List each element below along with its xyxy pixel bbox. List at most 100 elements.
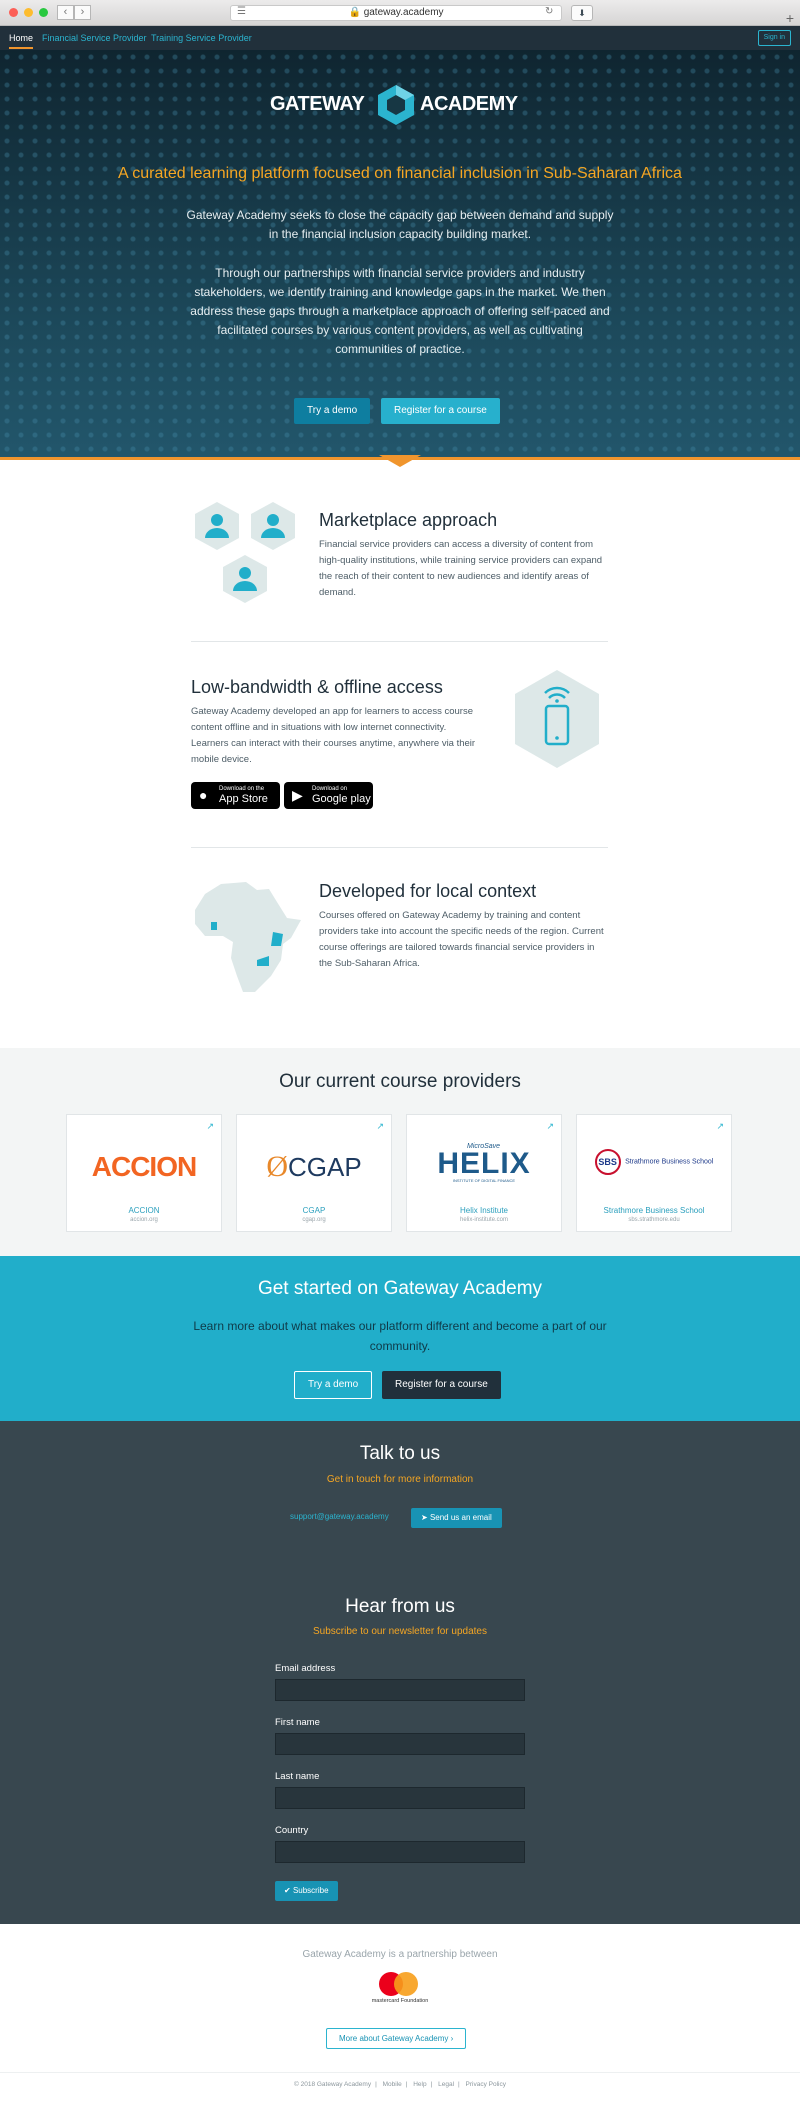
new-tab-icon[interactable]: + [786, 10, 794, 26]
apple-icon: ● [199, 787, 208, 803]
provider-card-helix[interactable]: ↗ MicroSave HELIX INSTITUTE OF DIGITAL F… [406, 1114, 562, 1232]
nav-training-service-provider[interactable]: Training Service Provider [151, 33, 252, 43]
strathmore-logo: SBS Strathmore Business School [577, 1149, 731, 1193]
subscribe-button[interactable]: ✔ Subscribe [275, 1881, 338, 1901]
app-store-badge[interactable]: ● Download on the App Store [191, 782, 280, 809]
get-started-title: Get started on Gateway Academy [257, 1278, 543, 1299]
download-icon[interactable]: ⬇ [571, 5, 593, 21]
feature-text: Financial service providers can access a… [319, 539, 603, 598]
first-name-field[interactable] [275, 1733, 525, 1755]
country-field[interactable] [275, 1841, 525, 1863]
url-text: gateway.academy [363, 7, 444, 18]
feature-offline: Low-bandwidth & offline access Gateway A… [191, 668, 608, 818]
first-name-label: First name [275, 1717, 320, 1728]
nav-home[interactable]: Home [9, 33, 34, 49]
africa-map-icon [195, 882, 301, 992]
partner-text: Gateway Academy is a partnership between [302, 1949, 498, 1960]
feature-local-context: Developed for local context Courses offe… [191, 870, 608, 992]
external-link-icon: ↗ [206, 1121, 214, 1131]
get-started-text: Learn more about what makes our platform… [193, 1319, 607, 1353]
site-nav: Home Financial Service Provider Training… [0, 26, 800, 50]
logo-word-right: ACADEMY [420, 93, 518, 115]
paper-plane-icon: ➤ [421, 1513, 430, 1522]
people-hexagons-icon [195, 502, 295, 603]
newsletter-form: Email address First name Last name Count… [275, 1663, 525, 1879]
hero-paragraph-2: Through our partnerships with financial … [190, 266, 610, 356]
footer-link-privacy[interactable]: Privacy Policy [466, 2081, 506, 2088]
app-store-big: App Store [219, 793, 268, 805]
mobile-wifi-icon [515, 670, 599, 768]
check-icon: ✔ [284, 1886, 293, 1895]
hero: GATEWAY ACADEMY A curated learning platf… [0, 50, 800, 460]
talk-subtitle: Get in touch for more information [326, 1474, 474, 1485]
footer-link-legal[interactable]: Legal [438, 2081, 454, 2088]
provider-card-accion[interactable]: ↗ ACCION ACCION accion.org [66, 1114, 222, 1232]
forward-icon[interactable]: › [74, 5, 91, 20]
provider-name: CGAP [302, 1206, 326, 1215]
subscribe-label: Subscribe [292, 1886, 329, 1895]
close-window-icon[interactable] [9, 8, 18, 17]
newsletter-title: Hear from us [345, 1596, 455, 1617]
feature-title: Developed for local context [319, 881, 537, 901]
footer-link-help[interactable]: Help [413, 2081, 426, 2088]
provider-url: cgap.org [302, 1217, 326, 1223]
external-link-icon: ↗ [546, 1121, 554, 1131]
partner-name: mastercard Foundation [371, 1998, 429, 2004]
more-about-button[interactable]: More about Gateway Academy › [326, 2028, 467, 2049]
footer-link-mobile[interactable]: Mobile [383, 2081, 402, 2088]
google-play-badge[interactable]: ▶ Download on Google play [284, 782, 373, 809]
provider-name: ACCION [128, 1206, 160, 1215]
reload-icon[interactable]: ↻ [545, 6, 553, 17]
google-play-big: Google play [312, 793, 371, 805]
cgap-logo: ØCGAP [266, 1150, 362, 1183]
providers-section: Our current course providers ↗ ACCION AC… [0, 1048, 800, 1256]
feature-title: Marketplace approach [319, 510, 498, 530]
provider-url: sbs.strathmore.edu [628, 1217, 680, 1223]
try-demo-button-2[interactable]: Try a demo [294, 1371, 373, 1399]
hero-paragraph-1: Gateway Academy seeks to close the capac… [186, 208, 614, 241]
provider-url: helix-institute.com [459, 1217, 509, 1223]
contact-section: Talk to us Get in touch for more informa… [0, 1421, 800, 1924]
provider-url: accion.org [130, 1217, 158, 1223]
register-course-button-2[interactable]: Register for a course [382, 1371, 501, 1399]
external-link-icon: ↗ [716, 1121, 724, 1131]
more-about-label: More about Gateway Academy [339, 2034, 449, 2043]
divider [191, 641, 608, 642]
minimize-window-icon[interactable] [24, 8, 33, 17]
footer-links: © 2018 Gateway Academy | Mobile | Help | Le… [0, 2072, 800, 2088]
signin-button[interactable]: Sign in [757, 30, 791, 46]
get-started-section: Get started on Gateway Academy Learn mor… [0, 1256, 800, 1421]
support-email-link[interactable]: support@gateway.academy [290, 1512, 389, 1521]
feature-text: Gateway Academy developed an app for lea… [191, 706, 476, 765]
maximize-window-icon[interactable] [39, 8, 48, 17]
providers-title: Our current course providers [279, 1071, 521, 1092]
feature-marketplace: Marketplace approach Financial service p… [191, 500, 608, 612]
email-field[interactable] [275, 1679, 525, 1701]
feature-title: Low-bandwidth & offline access [191, 677, 443, 697]
helix-logo: MicroSave HELIX INSTITUTE OF DIGITAL FIN… [437, 1143, 531, 1183]
feature-text: Courses offered on Gateway Academy by tr… [319, 910, 604, 969]
mastercard-foundation-logo[interactable]: mastercard Foundation [371, 1972, 429, 2016]
chevron-right-icon: › [450, 2034, 454, 2043]
nav-financial-service-provider[interactable]: Financial Service Provider [42, 33, 147, 43]
email-label: Email address [275, 1663, 336, 1674]
last-name-label: Last name [275, 1771, 320, 1782]
url-bar[interactable]: 🔒 gateway.academy [230, 5, 562, 21]
try-demo-button[interactable]: Try a demo [294, 398, 371, 424]
provider-card-cgap[interactable]: ↗ ØCGAP CGAP cgap.org [236, 1114, 392, 1232]
provider-card-strathmore[interactable]: ↗ SBS Strathmore Business School Strathm… [576, 1114, 732, 1232]
logo-word-left: GATEWAY [270, 93, 365, 115]
reader-icon[interactable]: ☰ [237, 6, 246, 17]
send-email-button[interactable]: ➤ Send us an email [411, 1508, 502, 1528]
hero-tagline: A curated learning platform focused on f… [118, 165, 682, 182]
google-play-small: Download on [312, 786, 348, 792]
hero-caret [379, 455, 421, 467]
play-icon: ▶ [292, 787, 303, 803]
provider-name: Helix Institute [459, 1206, 509, 1215]
newsletter-subtitle: Subscribe to our newsletter for updates [313, 1626, 487, 1637]
site-logo[interactable]: GATEWAY ACADEMY [270, 83, 530, 127]
send-email-label: Send us an email [429, 1513, 492, 1522]
register-course-button[interactable]: Register for a course [381, 398, 500, 424]
last-name-field[interactable] [275, 1787, 525, 1809]
back-icon[interactable]: ‹ [57, 5, 74, 20]
